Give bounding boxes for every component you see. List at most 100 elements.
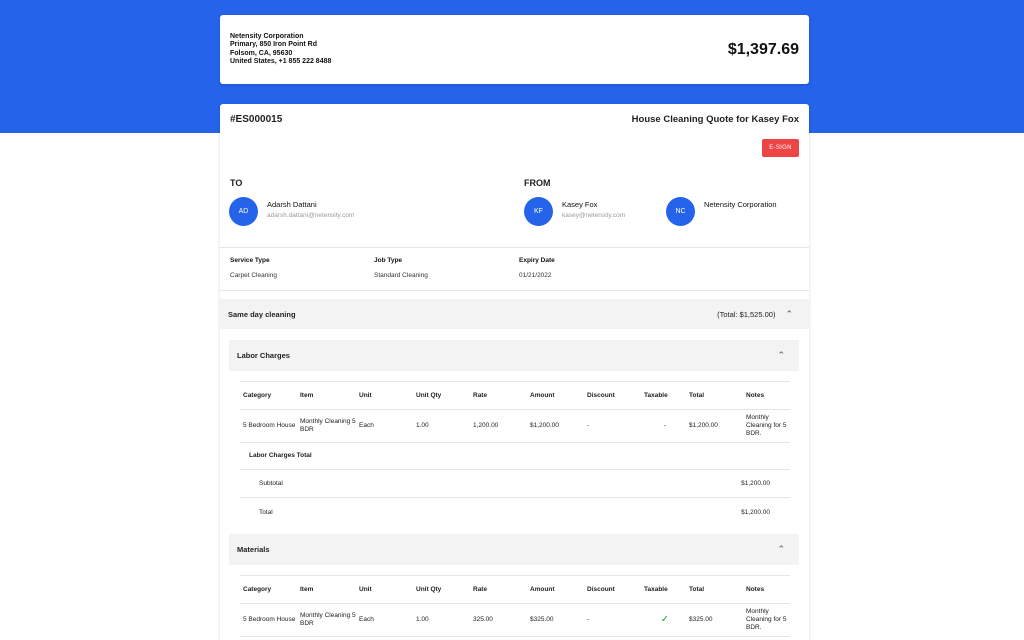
service-type-label: Service Type	[230, 257, 270, 264]
column-header: Discount	[584, 381, 641, 410]
chevron-up-icon[interactable]: ⌃	[785, 309, 793, 320]
subsection-labor-charges[interactable]: Labor Charges ⌃	[229, 340, 799, 371]
checkmark-icon: ✓	[660, 613, 670, 625]
column-header: Notes	[743, 575, 790, 604]
service-type-value: Carpet Cleaning	[230, 272, 277, 279]
column-header: Discount	[584, 575, 641, 604]
table-header-row: Category Item Unit Unit Qty Rate Amount …	[240, 575, 790, 604]
to-contact: AD Adarsh Dattani adarsh.dattani@netensi…	[229, 197, 354, 226]
job-type-value: Standard Cleaning	[374, 272, 428, 279]
job-type: Job Type Standard Cleaning	[374, 257, 428, 279]
labor-items-table: Category Item Unit Unit Qty Rate Amount …	[240, 381, 790, 443]
from-contact-person: KF Kasey Fox kasey@netensity.com	[524, 197, 625, 226]
from-label: FROM	[524, 178, 551, 188]
cell-qty: 1.00	[413, 409, 470, 443]
quote-card: #ES000015 House Cleaning Quote for Kasey…	[220, 104, 809, 640]
service-type: Service Type Carpet Cleaning	[230, 257, 277, 279]
column-header: Total	[686, 575, 743, 604]
address-line-3: United States, +1 855 222 8488	[230, 57, 332, 65]
cell-rate: 1,200.00	[470, 409, 527, 443]
address-line-2: Folsom, CA, 95630	[230, 49, 293, 57]
column-header: Unit Qty	[413, 381, 470, 410]
table-row: 5 Bedroom House Monthly Cleaning 5 BDR E…	[240, 409, 790, 443]
column-header: Category	[240, 575, 297, 604]
contact-email: adarsh.dattani@netensity.com	[267, 212, 355, 219]
job-type-label: Job Type	[374, 257, 403, 264]
column-header: Item	[297, 381, 356, 410]
avatar: AD	[229, 197, 258, 226]
subsection-title: Materials	[237, 545, 270, 554]
expiry-date-value: 01/21/2022	[519, 272, 552, 279]
table-row: 5 Bedroom House Monthly Cleaning 5 BDR E…	[240, 603, 790, 637]
cell-amount: $1,200.00	[527, 409, 584, 443]
chevron-up-icon[interactable]: ⌃	[777, 544, 785, 555]
from-contact-company: NC Netensity Corporation	[666, 197, 777, 226]
cell-discount: -	[584, 409, 641, 443]
cell-item: Monthly Cleaning 5 BDR	[297, 409, 356, 443]
labor-subtotal-row: Subtotal $1,200.00	[240, 470, 790, 498]
column-header: Notes	[743, 381, 790, 410]
cell-taxable: ✓	[641, 603, 686, 637]
section-same-day-cleaning[interactable]: Same day cleaning (Total: $1,525.00) ⌃	[220, 299, 809, 329]
column-header: Amount	[527, 575, 584, 604]
cell-category: 5 Bedroom House	[240, 409, 297, 443]
cell-taxable: -	[641, 409, 686, 443]
to-label: TO	[230, 178, 243, 188]
column-header: Unit	[356, 575, 413, 604]
column-header: Taxable	[641, 575, 686, 604]
cell-qty: 1.00	[413, 603, 470, 637]
cell-notes: Monthly Cleaning for 5 BDR.	[743, 409, 790, 443]
column-header: Item	[297, 575, 356, 604]
cell-notes: Monthly Cleaning for 5 BDR.	[743, 603, 790, 637]
column-header: Rate	[470, 381, 527, 410]
cell-amount: $325.00	[527, 603, 584, 637]
address-line-1: Primary, 850 Iron Point Rd	[230, 41, 318, 49]
subtotal-value: $1,200.00	[741, 480, 770, 487]
quote-id: #ES000015	[230, 113, 283, 125]
expiry-date-label: Expiry Date	[519, 257, 555, 264]
materials-items-table: Category Item Unit Unit Qty Rate Amount …	[240, 575, 790, 637]
labor-charges-total-heading: Labor Charges Total	[240, 442, 790, 470]
esign-button[interactable]: E-SIGN	[762, 139, 799, 157]
cell-total: $1,200.00	[686, 409, 743, 443]
column-header: Category	[240, 381, 297, 410]
contact-name: Netensity Corporation	[704, 200, 777, 209]
header-total-amount: $1,397.69	[727, 40, 799, 58]
labor-totals-label: Labor Charges Total	[249, 452, 312, 459]
subsection-title: Labor Charges	[237, 351, 290, 360]
contact-name: Kasey Fox	[562, 200, 598, 209]
cell-unit: Each	[356, 603, 413, 637]
cell-unit: Each	[356, 409, 413, 443]
cell-discount: -	[584, 603, 641, 637]
subsection-materials[interactable]: Materials ⌃	[229, 534, 799, 565]
cell-total: $325.00	[686, 603, 743, 637]
labor-total-row: Total $1,200.00	[240, 498, 790, 526]
company-name: Netensity Corporation	[230, 33, 304, 41]
chevron-up-icon[interactable]: ⌃	[777, 350, 785, 361]
section-total: (Total: $1,525.00)	[717, 309, 776, 319]
column-header: Total	[686, 381, 743, 410]
total-label: Total	[259, 508, 273, 516]
contact-email: kasey@netensity.com	[562, 212, 626, 219]
column-header: Amount	[527, 381, 584, 410]
cell-rate: 325.00	[470, 603, 527, 637]
cell-item: Monthly Cleaning 5 BDR	[297, 603, 356, 637]
contact-name: Adarsh Dattani	[267, 200, 317, 209]
quote-title-bar: #ES000015 House Cleaning Quote for Kasey…	[220, 104, 809, 134]
table-header-row: Category Item Unit Unit Qty Rate Amount …	[240, 381, 790, 410]
section-title: Same day cleaning	[228, 309, 296, 319]
avatar: NC	[666, 197, 695, 226]
company-address: Netensity Corporation Primary, 850 Iron …	[230, 33, 331, 66]
divider	[220, 290, 809, 291]
company-header-card: Netensity Corporation Primary, 850 Iron …	[220, 15, 809, 84]
subtotal-label: Subtotal	[259, 480, 283, 487]
column-header: Unit	[356, 381, 413, 410]
quote-title: House Cleaning Quote for Kasey Fox	[631, 113, 799, 125]
column-header: Unit Qty	[413, 575, 470, 604]
divider	[220, 247, 809, 248]
expiry-date: Expiry Date 01/21/2022	[519, 257, 555, 279]
column-header: Rate	[470, 575, 527, 604]
cell-category: 5 Bedroom House	[240, 603, 297, 637]
column-header: Taxable	[641, 381, 686, 410]
avatar: KF	[524, 197, 553, 226]
